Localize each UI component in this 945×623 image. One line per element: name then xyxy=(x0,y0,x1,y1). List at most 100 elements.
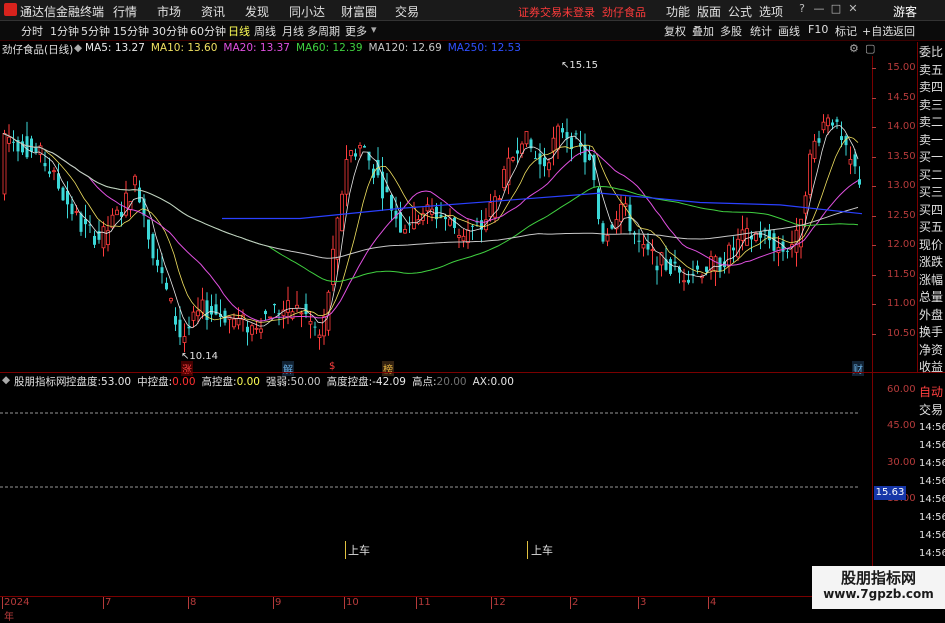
tf-monthly[interactable]: 月线 xyxy=(282,23,304,39)
ma120-line xyxy=(2,132,859,259)
menu-market[interactable]: 市场 xyxy=(157,3,181,20)
sidebar-item[interactable]: 买三 xyxy=(919,184,945,201)
tf-60min[interactable]: 60分钟 xyxy=(190,23,226,39)
candle xyxy=(250,323,254,342)
sidebar-item[interactable]: 委比 xyxy=(919,44,945,61)
tf-30min[interactable]: 30分钟 xyxy=(152,23,188,39)
menu-news[interactable]: 资讯 xyxy=(201,3,225,20)
date-tick xyxy=(273,597,274,609)
sidebar-item[interactable]: 涨幅 xyxy=(919,272,945,289)
tf-multi[interactable]: 多周期 xyxy=(307,23,340,39)
sidebar-item[interactable]: 买一 xyxy=(919,149,945,166)
guest-button[interactable]: 游客 xyxy=(893,3,917,20)
candle xyxy=(61,186,65,201)
candle xyxy=(628,196,632,235)
candle xyxy=(101,221,106,257)
btn-overlay[interactable]: 叠加 xyxy=(692,23,714,39)
tf-intraday[interactable]: 分时 xyxy=(21,23,43,39)
btn-draw[interactable]: 画线 xyxy=(778,23,800,39)
high-price-value: 15.15 xyxy=(569,60,599,71)
trade-side-item[interactable]: 交易 xyxy=(919,402,945,419)
sidebar-item[interactable]: 卖四 xyxy=(919,79,945,96)
sidebar-item[interactable]: 买二 xyxy=(919,167,945,184)
btn-stats[interactable]: 统计 xyxy=(750,23,772,39)
signal-line xyxy=(527,541,528,559)
tf-weekly[interactable]: 周线 xyxy=(254,23,276,39)
ma-value: 13.60 xyxy=(187,42,218,54)
menu-tongxiaoda[interactable]: 同小达 xyxy=(289,3,325,20)
menu-options[interactable]: 选项 xyxy=(759,3,783,20)
btn-back[interactable]: 返回 xyxy=(893,23,915,39)
expand-icon[interactable]: ▢ xyxy=(865,42,875,55)
menu-function[interactable]: 功能 xyxy=(666,3,690,20)
candle xyxy=(12,130,15,152)
btn-multistock[interactable]: 多股 xyxy=(720,23,742,39)
btn-adjust[interactable]: 复权 xyxy=(664,23,686,39)
ma10-line xyxy=(2,133,859,323)
btn-mark[interactable]: 标记 xyxy=(835,23,857,39)
help-icon[interactable]: ? xyxy=(795,2,809,16)
candle xyxy=(812,134,817,163)
ma-name: MA60: xyxy=(295,42,333,54)
sidebar-item[interactable]: 卖一 xyxy=(919,132,945,149)
price-tick: 11.50 xyxy=(887,268,916,280)
sidebar-item[interactable]: 收益 xyxy=(919,359,945,376)
candle xyxy=(551,126,556,166)
candlestick-chart[interactable] xyxy=(0,56,872,372)
candle xyxy=(313,321,317,336)
sidebar-item[interactable]: 买五 xyxy=(919,219,945,236)
menu-formula[interactable]: 公式 xyxy=(728,3,752,20)
price-tick-mark xyxy=(872,274,876,276)
candle xyxy=(151,232,155,266)
date-label: 9 xyxy=(275,597,282,608)
indicator-tick: 45.00 xyxy=(887,420,916,431)
candle xyxy=(246,320,249,346)
tf-more[interactable]: 更多 xyxy=(345,23,367,39)
tf-daily[interactable]: 日线 xyxy=(228,23,250,39)
marker-finance[interactable]: 财 xyxy=(852,361,864,376)
candle xyxy=(7,124,11,153)
sidebar-item[interactable]: 外盘 xyxy=(919,307,945,324)
candle xyxy=(416,214,421,226)
sidebar-item[interactable]: 净资 xyxy=(919,342,945,359)
candle xyxy=(232,313,236,330)
sidebar-item[interactable]: 涨跌 xyxy=(919,254,945,271)
menu-trade[interactable]: 交易 xyxy=(395,3,419,20)
candle xyxy=(529,137,533,153)
indicator-toggle-icon[interactable]: ◆ xyxy=(2,374,10,386)
sidebar-item[interactable]: 卖五 xyxy=(919,62,945,79)
menu-wealth[interactable]: 财富圈 xyxy=(341,3,377,20)
minimize-icon[interactable]: — xyxy=(812,2,826,16)
more-chevron-icon[interactable]: ▾ xyxy=(371,23,377,36)
marker-dollar[interactable]: $ xyxy=(329,361,335,372)
sidebar-item[interactable]: 买四 xyxy=(919,202,945,219)
price-tick: 14.50 xyxy=(887,91,916,103)
indicator-chart[interactable] xyxy=(0,388,872,596)
menu-discover[interactable]: 发现 xyxy=(245,3,269,20)
tf-15min[interactable]: 15分钟 xyxy=(113,23,149,39)
tf-5min[interactable]: 5分钟 xyxy=(81,23,110,39)
candle xyxy=(534,150,537,160)
sidebar-item[interactable]: 现价 xyxy=(919,237,945,254)
maximize-icon[interactable]: □ xyxy=(829,2,843,16)
close-icon[interactable]: ✕ xyxy=(846,2,860,16)
tick-time: 14:56 xyxy=(919,530,945,541)
ma-toggle-icon[interactable]: ◆ xyxy=(74,42,82,54)
menu-layout[interactable]: 版面 xyxy=(697,3,721,20)
sidebar-item[interactable]: 卖二 xyxy=(919,114,945,131)
candle xyxy=(435,203,438,229)
trade-side-item[interactable]: 自动 xyxy=(919,384,945,401)
sidebar-item[interactable]: 卖三 xyxy=(919,97,945,114)
menu-quotes[interactable]: 行情 xyxy=(113,3,137,20)
sidebar-item[interactable]: 换手 xyxy=(919,324,945,341)
login-notice[interactable]: 证券交易未登录 劲仔食品 xyxy=(518,4,646,20)
candle xyxy=(210,294,213,322)
tf-1min[interactable]: 1分钟 xyxy=(50,23,79,39)
date-label: 2024年 xyxy=(4,597,30,623)
candle xyxy=(736,228,740,261)
candle xyxy=(488,193,493,222)
settings-icon[interactable]: ⚙ xyxy=(849,42,859,55)
btn-add-watch[interactable]: +自选 xyxy=(862,23,893,39)
btn-f10[interactable]: F10 xyxy=(808,23,828,36)
sidebar-item[interactable]: 总量 xyxy=(919,289,945,306)
